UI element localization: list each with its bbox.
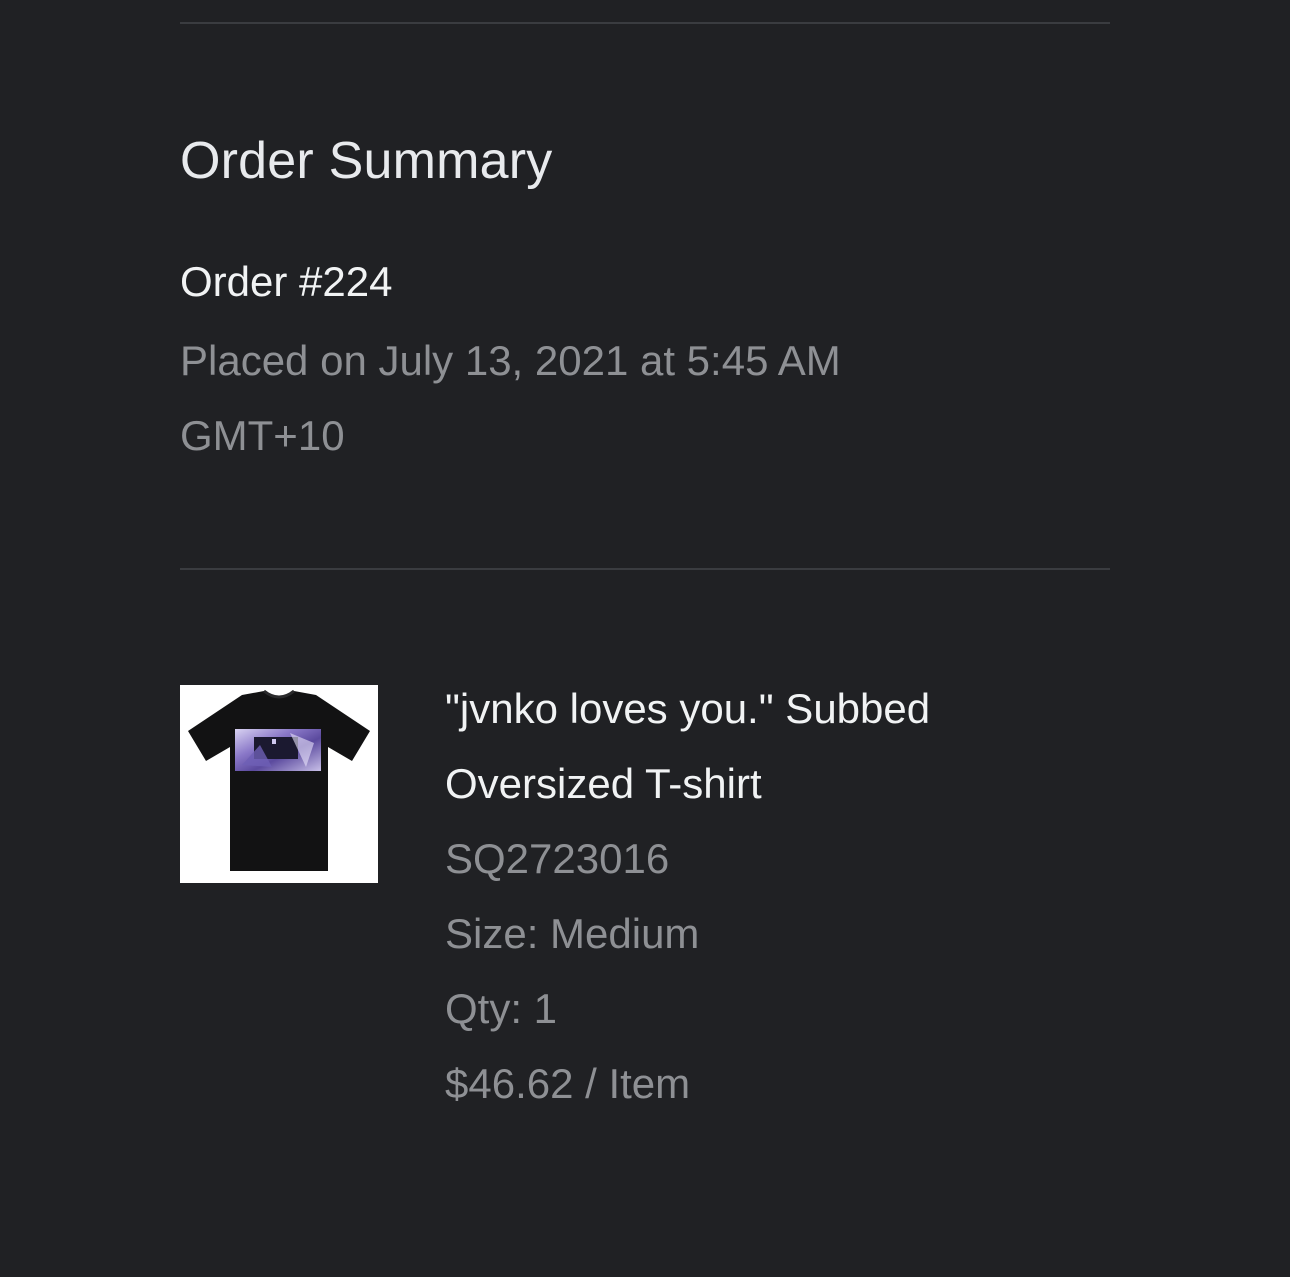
product-price: $46.62 / Item xyxy=(445,1060,691,1107)
product-thumbnail[interactable] xyxy=(180,685,378,883)
order-number: Order #224 xyxy=(180,258,393,305)
product-size: Size: Medium xyxy=(445,910,700,957)
t-shirt-image xyxy=(188,689,370,871)
order-summary-title: Order Summary xyxy=(180,132,553,190)
product-sku: SQ2723016 xyxy=(445,835,670,882)
order-placed-date: Placed on July 13, 2021 at 5:45 AM GMT+1… xyxy=(180,337,841,459)
product-quantity: Qty: 1 xyxy=(445,985,558,1032)
section-divider xyxy=(180,568,1110,570)
top-divider xyxy=(180,22,1110,24)
product-details: "jvnko loves you." Subbed Oversized T-sh… xyxy=(445,671,965,1121)
product-title[interactable]: "jvnko loves you." Subbed Oversized T-sh… xyxy=(445,671,965,821)
